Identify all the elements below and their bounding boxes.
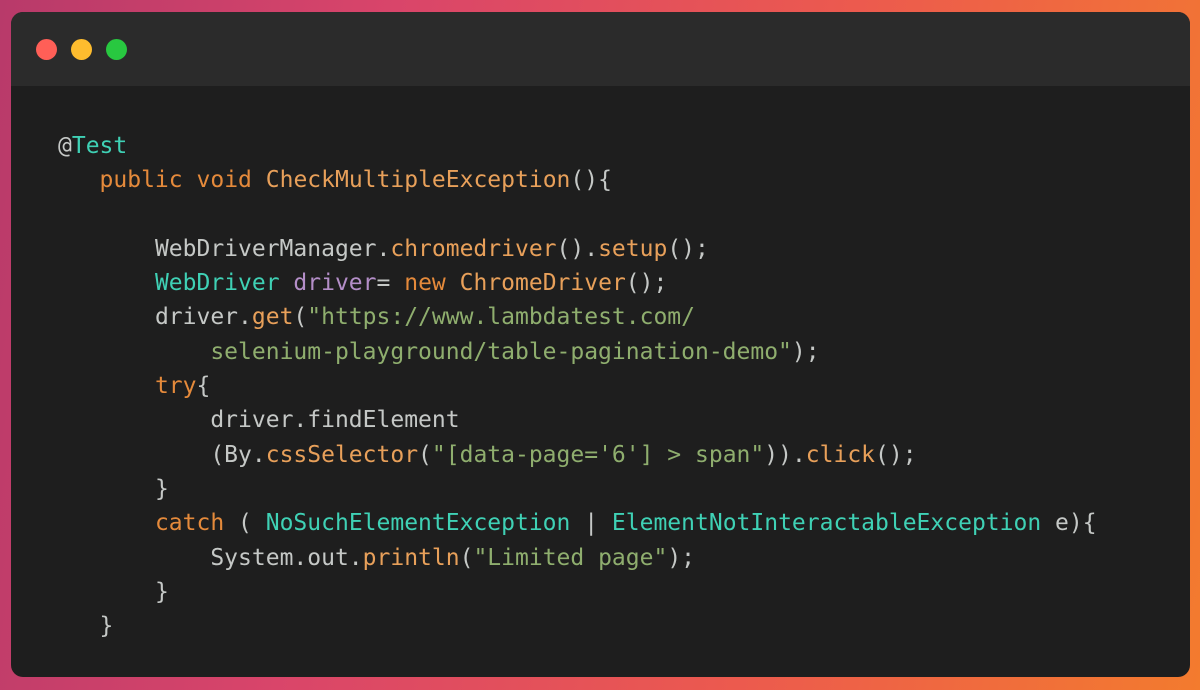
code-token: chromedriver: [390, 235, 557, 262]
code-token: driver.findElement: [210, 407, 460, 434]
code-token: new: [404, 270, 446, 297]
code-token: WebDriverManager.: [154, 235, 391, 262]
code-token: )).: [764, 441, 806, 468]
code-line: (By.cssSelector("[data-page='6'] > span"…: [58, 438, 1097, 472]
code-token: }: [154, 475, 169, 502]
code-line: }: [58, 472, 1097, 506]
code-line: }: [58, 575, 1097, 609]
code-token: NoSuchElementException: [265, 510, 571, 537]
code-token: catch: [154, 510, 225, 537]
code-token: driver.: [154, 304, 252, 331]
code-token: ();: [667, 235, 709, 262]
code-token: WebDriver: [154, 270, 280, 297]
code-window: @Test public void CheckMultipleException…: [11, 12, 1190, 677]
code-token: (: [293, 304, 308, 331]
code-line: catch ( NoSuchElementException | Element…: [58, 506, 1097, 540]
code-token: =: [376, 270, 405, 297]
code-token: ().: [556, 235, 599, 262]
code-token: }: [154, 578, 169, 605]
code-token: {: [196, 373, 211, 400]
code-token: |: [570, 510, 612, 537]
code-token: ChromeDriver: [459, 270, 626, 297]
code-line: selenium-playground/table-pagination-dem…: [58, 335, 1097, 369]
code-token: CheckMultipleException: [265, 167, 571, 194]
code-token: );: [791, 338, 820, 365]
code-line: driver.get("https://www.lambdatest.com/: [58, 300, 1097, 334]
code-line: driver.findElement: [58, 403, 1097, 437]
code-token: ();: [875, 441, 917, 468]
code-token: setup: [598, 235, 668, 262]
code-token: }: [99, 613, 114, 640]
code-line: }: [58, 609, 1097, 643]
code-token: driver: [293, 270, 377, 297]
code-token: ();: [625, 270, 668, 297]
code-line: @Test: [58, 129, 1097, 163]
code-token: (){: [570, 167, 612, 194]
code-line: System.out.println("Limited page");: [58, 541, 1097, 575]
code-line: public void CheckMultipleException(){: [58, 163, 1097, 197]
code-token: @: [58, 133, 72, 159]
code-token: "Limited page": [473, 544, 668, 571]
code-token: get: [251, 304, 294, 331]
code-token: );: [667, 544, 696, 571]
maximize-window-icon[interactable]: [106, 39, 127, 60]
code-token: "[data-page='6'] > span": [431, 441, 765, 468]
code-token: ElementNotInteractableException: [611, 510, 1042, 537]
code-token: try: [154, 373, 197, 400]
code-token: "https://www.lambdatest.com/: [307, 304, 696, 331]
code-token: (: [224, 510, 266, 537]
close-window-icon[interactable]: [36, 39, 57, 60]
code-token: e){: [1041, 510, 1097, 537]
code-token: cssSelector: [265, 441, 419, 468]
code-token: public: [99, 167, 183, 194]
code-line: WebDriverManager.chromedriver().setup();: [58, 232, 1097, 266]
code-token: (: [418, 441, 432, 468]
code-line: try{: [58, 369, 1097, 403]
code-token: Test: [71, 133, 128, 159]
window-titlebar: [11, 12, 1190, 86]
code-block: @Test public void CheckMultipleException…: [58, 129, 1097, 643]
code-token: selenium-playground/table-pagination-dem…: [210, 338, 792, 365]
code-line: WebDriver driver= new ChromeDriver();: [58, 266, 1097, 300]
code-token: (: [459, 544, 474, 571]
code-token: (By.: [210, 441, 266, 468]
code-token: System.out.: [210, 544, 363, 571]
code-token: println: [362, 544, 460, 571]
minimize-window-icon[interactable]: [71, 39, 92, 60]
code-token: void: [196, 167, 252, 194]
code-token: click: [805, 441, 876, 468]
